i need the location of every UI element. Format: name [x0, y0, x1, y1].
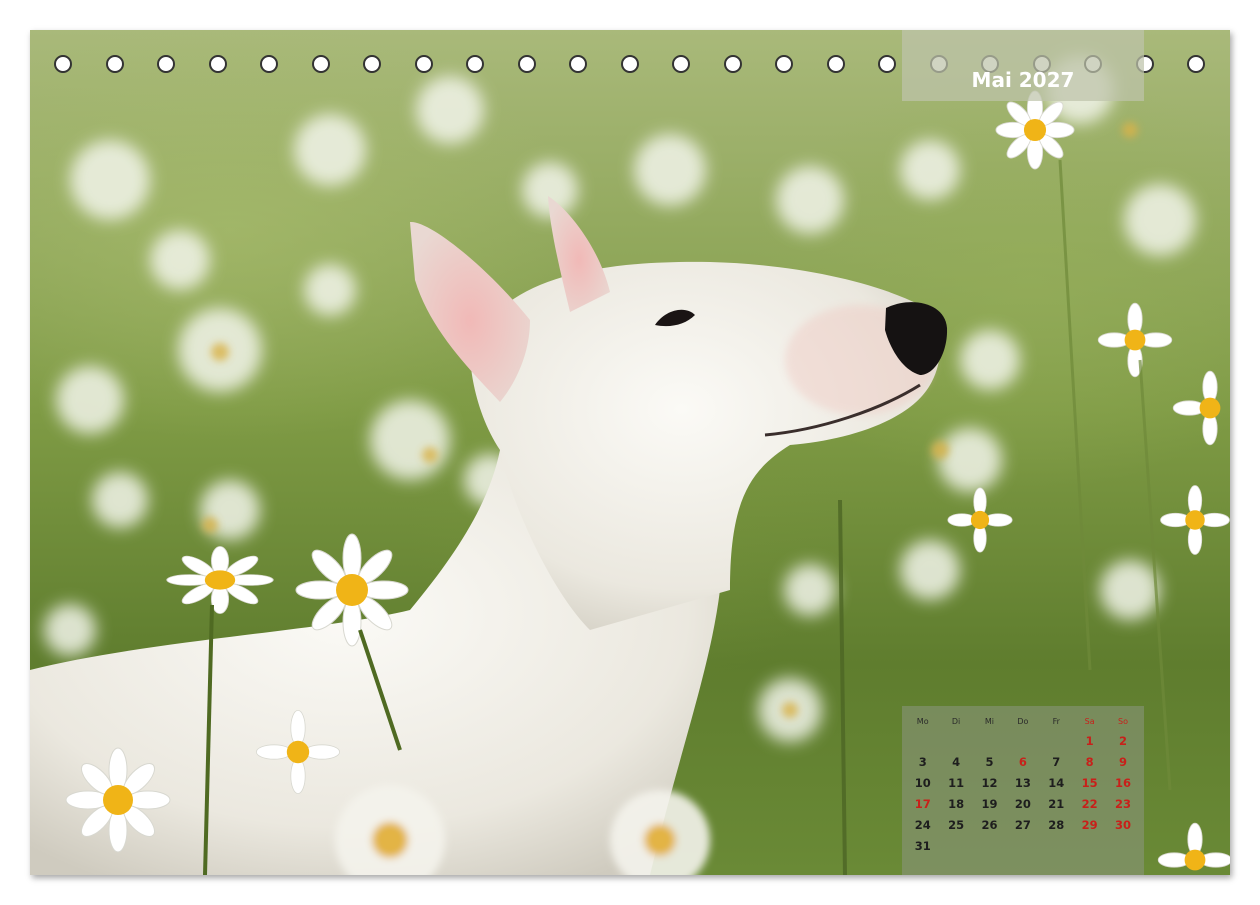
- calendar-day: 13: [1014, 775, 1031, 790]
- calendar-week-row: 24 25 26 27 28 29 30: [906, 814, 1140, 835]
- calendar-day: 6: [1018, 754, 1027, 769]
- dog: [30, 196, 948, 875]
- weekday-label: Di: [951, 716, 961, 726]
- binding-hole: [569, 55, 587, 73]
- weekday-header-row: Mo Di Mi Do Fr Sa So: [906, 712, 1140, 730]
- calendar-day: 1: [1085, 733, 1094, 748]
- calendar-day: 20: [1014, 796, 1031, 811]
- calendar-day: 17: [914, 796, 931, 811]
- calendar-week-row: 10 11 12 13 14 15 16: [906, 772, 1140, 793]
- calendar-day: 5: [985, 754, 994, 769]
- binding-hole: [1187, 55, 1205, 73]
- calendar-day: 29: [1081, 817, 1098, 832]
- calendar-day: 19: [981, 796, 998, 811]
- calendar-day: 22: [1081, 796, 1098, 811]
- binding-hole: [105, 55, 124, 73]
- binding-hole: [311, 55, 330, 73]
- calendar-day: 23: [1115, 796, 1132, 811]
- calendar-day: 25: [948, 817, 965, 832]
- calendar-day: 24: [914, 817, 931, 832]
- calendar-empty-cell: [1006, 835, 1039, 856]
- calendar-empty-cell: [1106, 835, 1139, 856]
- binding-hole: [775, 55, 793, 73]
- calendar-day: 7: [1052, 754, 1061, 769]
- binding-hole: [826, 55, 845, 73]
- calendar-day: 18: [948, 796, 965, 811]
- calendar-empty-cell: [1006, 730, 1039, 751]
- calendar-week-row: 12: [906, 730, 1140, 751]
- calendar-grid: Mo Di Mi Do Fr Sa So 1 2 3 4 5 6 7 8 9 10 11 12 13 14 15 16 17…: [906, 712, 1140, 856]
- weekday-label: Do: [1017, 716, 1029, 726]
- binding-hole: [672, 55, 690, 73]
- calendar-day: 21: [1048, 796, 1065, 811]
- month-title: Mai 2027: [971, 68, 1075, 92]
- binding-hole: [620, 55, 639, 73]
- calendar-day: 14: [1048, 775, 1065, 790]
- weekday-label: Mo: [916, 716, 929, 726]
- binding-hole: [157, 55, 175, 73]
- calendar-week-row: 17 18 19 20 21 22 23: [906, 793, 1140, 814]
- calendar-week-row: 31: [906, 835, 1140, 856]
- calendar-day: 9: [1119, 754, 1128, 769]
- calendar-day: 2: [1119, 733, 1128, 748]
- weekday-label: Sa: [1084, 716, 1095, 726]
- binding-hole: [54, 55, 72, 73]
- binding-hole: [363, 55, 381, 73]
- calendar-empty-cell: [939, 835, 972, 856]
- calendar-empty-cell: [973, 835, 1006, 856]
- calendar-day: 4: [952, 754, 961, 769]
- calendar-empty-cell: [906, 730, 939, 751]
- binding-hole: [260, 55, 278, 73]
- calendar-empty-cell: [973, 730, 1006, 751]
- calendar-day: 27: [1014, 817, 1031, 832]
- weekday-label: Mi: [984, 716, 995, 726]
- calendar-day: 31: [914, 838, 931, 853]
- calendar-empty-cell: [1073, 835, 1106, 856]
- binding-hole: [723, 55, 742, 73]
- month-header: Mai 2027: [902, 30, 1144, 101]
- month-calendar: Mo Di Mi Do Fr Sa So 1 2 3 4 5 6 7 8 9 10 11 12 13 14 15 16 17…: [902, 706, 1144, 875]
- binding-hole: [414, 55, 433, 73]
- calendar-day: 26: [981, 817, 998, 832]
- calendar-week-row: 3 4 5 6 7 8 9: [906, 751, 1140, 772]
- calendar-empty-cell: [1040, 730, 1073, 751]
- binding-hole: [878, 55, 896, 73]
- calendar-empty-cell: [939, 730, 972, 751]
- calendar-day: 10: [914, 775, 931, 790]
- calendar-day: 11: [948, 775, 965, 790]
- weekday-label: Fr: [1052, 716, 1060, 726]
- calendar-day: 30: [1115, 817, 1132, 832]
- calendar-day: 12: [981, 775, 998, 790]
- calendar-day: 8: [1085, 754, 1094, 769]
- binding-hole: [208, 55, 227, 73]
- calendar-day: 3: [918, 754, 927, 769]
- binding-hole: [517, 55, 536, 73]
- calendar-weeks: 1 2 3 4 5 6 7 8 9 10 11 12 13 14 15 16 17 18 19 20 21 22 23 24 2…: [906, 730, 1140, 856]
- calendar-empty-cell: [1040, 835, 1073, 856]
- binding-hole: [466, 55, 484, 73]
- calendar-day: 28: [1048, 817, 1065, 832]
- weekday-label: So: [1118, 716, 1129, 726]
- calendar-day: 16: [1115, 775, 1132, 790]
- calendar-day: 15: [1081, 775, 1098, 790]
